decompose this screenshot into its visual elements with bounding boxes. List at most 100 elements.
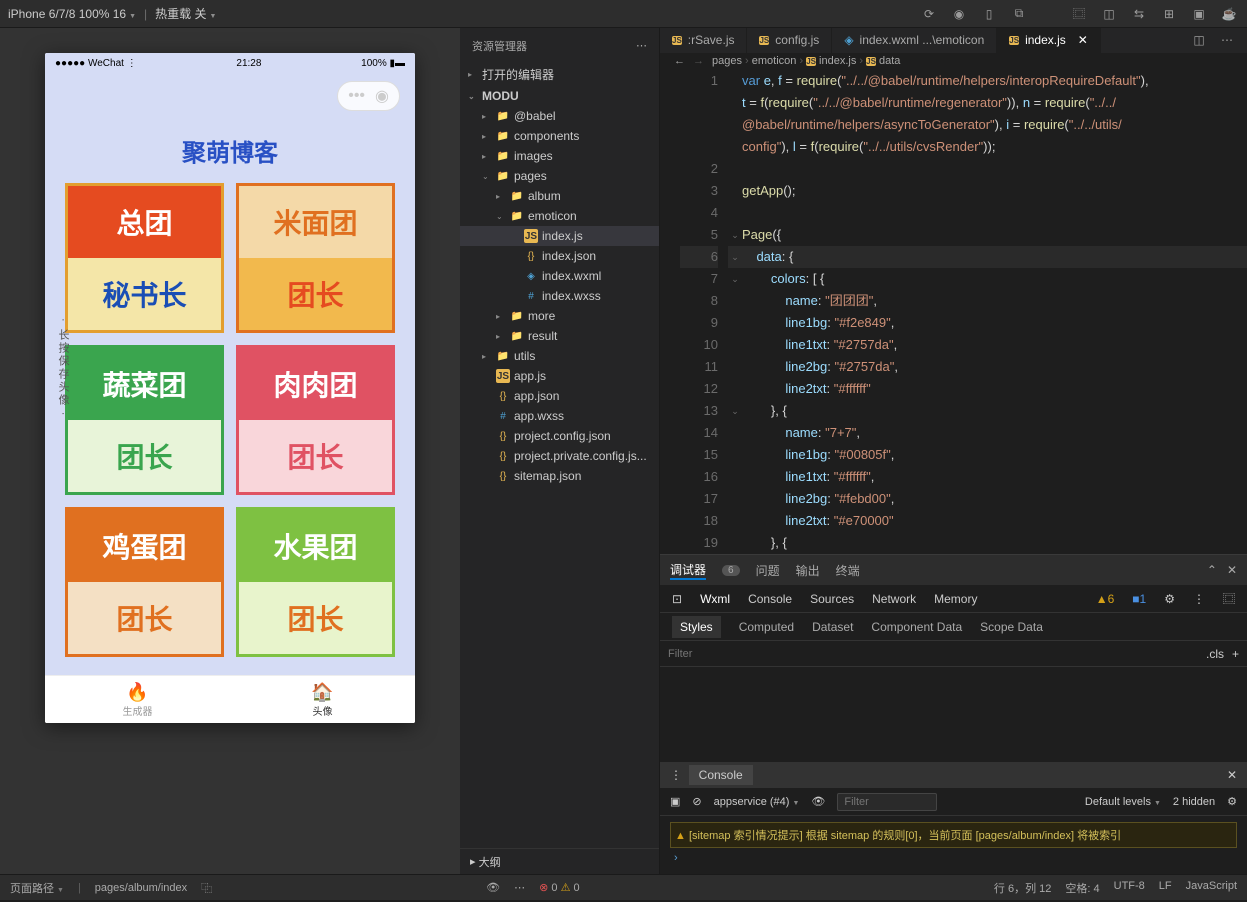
avatar-card[interactable]: 鸡蛋团团长 bbox=[65, 507, 224, 657]
nav-fwd-icon[interactable]: → bbox=[693, 55, 704, 67]
tab-terminal[interactable]: 终端 bbox=[836, 562, 860, 579]
page-path[interactable]: pages/album/index bbox=[95, 882, 187, 894]
tool-icon[interactable]: ☕ bbox=[1219, 4, 1239, 24]
file-item[interactable]: #app.wxss bbox=[460, 406, 659, 426]
record-icon[interactable]: ◉ bbox=[949, 4, 969, 24]
avatar-card[interactable]: 肉肉团团长 bbox=[236, 345, 395, 495]
eye-icon[interactable]: 👁 bbox=[486, 881, 500, 894]
subtab-network[interactable]: Network bbox=[872, 592, 916, 606]
editor-tab[interactable]: JS:rSave.js bbox=[660, 28, 747, 53]
levels-selector[interactable]: Default levels bbox=[1085, 796, 1161, 808]
gear-icon[interactable]: ⚙ bbox=[1164, 592, 1175, 606]
console-filter-input[interactable] bbox=[837, 793, 937, 811]
folder-item[interactable]: ▸📁utils bbox=[460, 346, 659, 366]
more-icon[interactable]: ⋯ bbox=[514, 881, 525, 894]
cursor-position[interactable]: 行 6，列 12 bbox=[994, 880, 1051, 896]
folder-item[interactable]: ▸📁result bbox=[460, 326, 659, 346]
popout-icon[interactable]: ⧉ bbox=[1009, 4, 1029, 24]
computed-tab[interactable]: Computed bbox=[739, 620, 794, 634]
subtab-wxml[interactable]: Wxml bbox=[700, 592, 730, 606]
tool-icon[interactable]: ⊞ bbox=[1159, 4, 1179, 24]
page-path-label[interactable]: 页面路径 bbox=[10, 880, 64, 896]
avatar-card[interactable]: 水果团团长 bbox=[236, 507, 395, 657]
explorer-more-icon[interactable]: ⋯ bbox=[636, 39, 647, 52]
file-item[interactable]: JSapp.js bbox=[460, 366, 659, 386]
hidden-count[interactable]: 2 hidden bbox=[1173, 796, 1215, 808]
subtab-console[interactable]: Console bbox=[748, 592, 792, 606]
encoding[interactable]: UTF-8 bbox=[1114, 880, 1145, 896]
tool-icon[interactable]: ▣ bbox=[1189, 4, 1209, 24]
file-item[interactable]: #index.wxss bbox=[460, 286, 659, 306]
console-menu-icon[interactable]: ⋮ bbox=[670, 768, 682, 782]
subtab-memory[interactable]: Memory bbox=[934, 592, 977, 606]
editor-tab[interactable]: JSindex.js✕ bbox=[997, 28, 1101, 53]
file-item[interactable]: {}project.private.config.js... bbox=[460, 446, 659, 466]
info-count[interactable]: ■1 bbox=[1132, 592, 1146, 606]
cls-toggle[interactable]: .cls bbox=[1206, 647, 1224, 661]
folder-item[interactable]: ▸📁more bbox=[460, 306, 659, 326]
avatar-card[interactable]: 蔬菜团团长 bbox=[65, 345, 224, 495]
console-close-icon[interactable]: ✕ bbox=[1227, 768, 1237, 782]
hotreload-toggle[interactable]: 热重载 关 bbox=[155, 5, 216, 22]
chevron-up-icon[interactable]: ⌃ bbox=[1207, 563, 1217, 577]
split-editor-icon[interactable]: ◫ bbox=[1189, 30, 1209, 50]
inspect-icon[interactable]: ⊡ bbox=[672, 592, 682, 606]
eye-icon[interactable]: 👁 bbox=[811, 795, 825, 808]
file-item[interactable]: {}app.json bbox=[460, 386, 659, 406]
code-editor[interactable]: 12345678910111213141516171819 ⌄⌄⌄⌄ var e… bbox=[660, 70, 1247, 554]
folder-item[interactable]: ⌄📁emoticon bbox=[460, 206, 659, 226]
problems-indicator[interactable]: ⊗ 0 ⚠ 0 bbox=[539, 881, 580, 894]
avatar-card[interactable]: 总团秘书长 bbox=[65, 183, 224, 333]
sidebar-toggle-icon[interactable]: ⿴ bbox=[1069, 4, 1089, 24]
avatar-card[interactable]: 米面团团长 bbox=[236, 183, 395, 333]
subtab-sources[interactable]: Sources bbox=[810, 592, 854, 606]
warning-count[interactable]: ▲6 bbox=[1096, 592, 1115, 606]
console-clear-icon[interactable]: ⊘ bbox=[692, 795, 701, 808]
more-icon[interactable]: ⋯ bbox=[1217, 30, 1237, 50]
styles-filter-input[interactable] bbox=[668, 648, 1206, 660]
folder-item[interactable]: ⌄📁pages bbox=[460, 166, 659, 186]
tool-icon[interactable]: ⇆ bbox=[1129, 4, 1149, 24]
file-item[interactable]: {}index.json bbox=[460, 246, 659, 266]
indentation[interactable]: 空格: 4 bbox=[1065, 880, 1099, 896]
console-prompt[interactable]: › bbox=[670, 848, 1237, 868]
close-icon[interactable]: ✕ bbox=[1227, 563, 1237, 577]
more-icon[interactable]: ⋮ bbox=[1193, 592, 1205, 606]
nav-back-icon[interactable]: ← bbox=[674, 55, 685, 67]
breadcrumb[interactable]: ← → pages › emoticon › JS index.js › JS … bbox=[660, 53, 1247, 70]
file-item[interactable]: {}sitemap.json bbox=[460, 466, 659, 486]
add-rule-icon[interactable]: + bbox=[1232, 647, 1239, 661]
open-editors-section[interactable]: ▸打开的编辑器 bbox=[460, 63, 659, 86]
device-selector[interactable]: iPhone 6/7/8 100% 16 bbox=[8, 7, 136, 21]
folder-item[interactable]: ▸📁images bbox=[460, 146, 659, 166]
console-gear-icon[interactable]: ⚙ bbox=[1227, 795, 1237, 808]
tool-icon[interactable]: ◫ bbox=[1099, 4, 1119, 24]
copy-icon[interactable]: ⿻ bbox=[201, 880, 212, 896]
outline-section[interactable]: ▸ 大纲 bbox=[460, 848, 659, 874]
context-selector[interactable]: appservice (#4) bbox=[714, 796, 800, 808]
device-icon[interactable]: ▯ bbox=[979, 4, 999, 24]
tab-debugger[interactable]: 调试器 bbox=[670, 561, 706, 580]
scopedata-tab[interactable]: Scope Data bbox=[980, 620, 1043, 634]
language-mode[interactable]: JavaScript bbox=[1186, 880, 1237, 896]
editor-tab[interactable]: JSconfig.js bbox=[747, 28, 832, 53]
folder-item[interactable]: ▸📁@babel bbox=[460, 106, 659, 126]
tab-problems[interactable]: 问题 bbox=[756, 562, 780, 579]
folder-item[interactable]: ▸📁album bbox=[460, 186, 659, 206]
file-item[interactable]: JSindex.js bbox=[460, 226, 659, 246]
tab-output[interactable]: 输出 bbox=[796, 562, 820, 579]
componentdata-tab[interactable]: Component Data bbox=[871, 620, 962, 634]
refresh-icon[interactable]: ⟳ bbox=[919, 4, 939, 24]
capsule-button[interactable]: •••◉ bbox=[337, 81, 400, 111]
root-folder[interactable]: ⌄MODU bbox=[460, 86, 659, 106]
styles-tab[interactable]: Styles bbox=[672, 616, 721, 638]
dock-icon[interactable]: ⿴ bbox=[1223, 590, 1235, 607]
eol[interactable]: LF bbox=[1159, 880, 1172, 896]
file-item[interactable]: {}project.config.json bbox=[460, 426, 659, 446]
folder-item[interactable]: ▸📁components bbox=[460, 126, 659, 146]
editor-tab[interactable]: ◈index.wxml ...\emoticon bbox=[832, 28, 997, 53]
tab-avatar[interactable]: 🏠头像 bbox=[230, 676, 415, 723]
file-item[interactable]: ◈index.wxml bbox=[460, 266, 659, 286]
console-play-icon[interactable]: ▣ bbox=[670, 795, 680, 808]
dataset-tab[interactable]: Dataset bbox=[812, 620, 853, 634]
